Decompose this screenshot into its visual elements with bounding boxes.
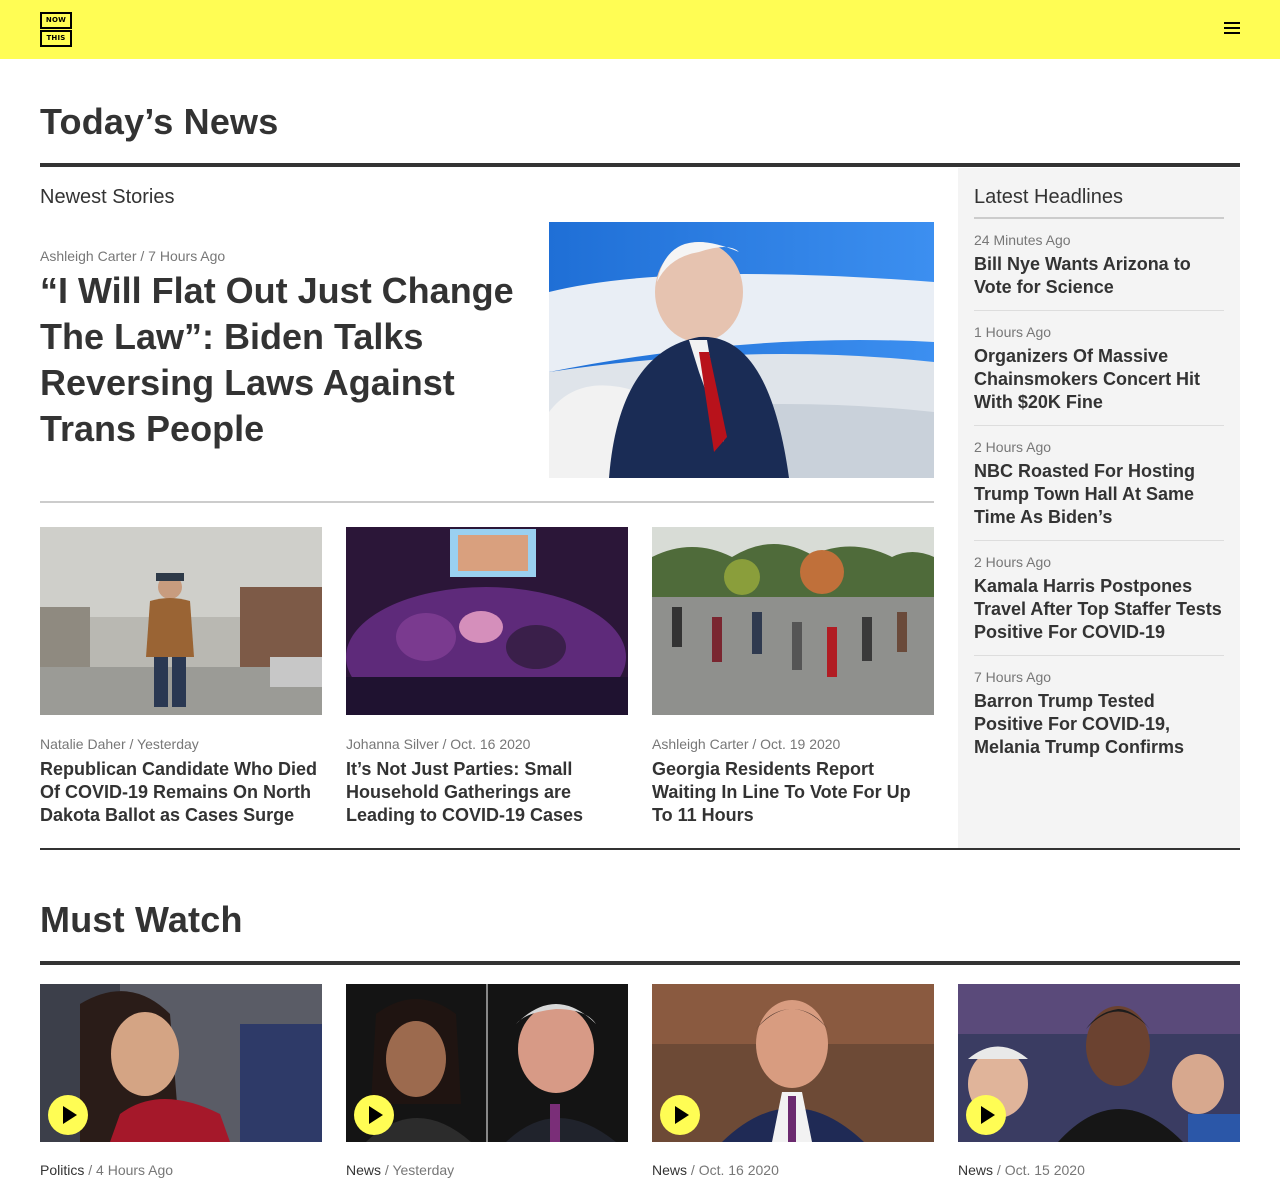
section-divider [40, 163, 1240, 167]
logo-text-top: NOW [42, 14, 70, 27]
headline-time: 2 Hours Ago [974, 554, 1052, 570]
headline-title[interactable]: Organizers Of Massive Chainsmokers Conce… [974, 345, 1224, 414]
video-meta: News / Oct. 16 2020 [652, 1162, 779, 1178]
headline-time: 24 Minutes Ago [974, 232, 1071, 248]
must-watch-title: Must Watch [40, 899, 243, 940]
headline-time: 2 Hours Ago [974, 439, 1052, 455]
headline-time: 1 Hours Ago [974, 324, 1052, 340]
video-meta: News / Oct. 15 2020 [958, 1162, 1085, 1178]
video-card[interactable]: News / Yesterday [346, 984, 628, 1178]
headline-title[interactable]: NBC Roasted For Hosting Trump Town Hall … [974, 460, 1224, 529]
story-title[interactable]: It’s Not Just Parties: Small Household G… [346, 758, 628, 827]
headline-divider [974, 540, 1224, 541]
story-image[interactable] [652, 527, 934, 715]
headline-item[interactable]: 24 Minutes Ago Bill Nye Wants Arizona to… [974, 232, 1224, 299]
latest-headlines-title: Latest Headlines [974, 186, 1123, 208]
headline-title[interactable]: Kamala Harris Postpones Travel After Top… [974, 575, 1224, 644]
video-category[interactable]: News [346, 1162, 381, 1178]
section-divider [40, 848, 1240, 850]
headline-divider [974, 310, 1224, 311]
headline-divider [974, 655, 1224, 656]
lead-story-title[interactable]: “I Will Flat Out Just Change The Law”: B… [40, 268, 530, 452]
video-card[interactable]: News / Oct. 16 2020 [652, 984, 934, 1178]
story-image[interactable] [40, 527, 322, 715]
latest-headlines-divider [974, 217, 1224, 219]
headline-item[interactable]: 1 Hours Ago Organizers Of Massive Chains… [974, 324, 1224, 414]
newest-stories-label: Newest Stories [40, 186, 175, 208]
story-author[interactable]: Johanna Silver [346, 736, 439, 752]
video-card[interactable]: Politics / 4 Hours Ago [40, 984, 322, 1178]
video-category[interactable]: News [958, 1162, 993, 1178]
play-icon[interactable] [354, 1095, 394, 1135]
story-time: Oct. 19 2020 [760, 736, 841, 752]
video-time: Oct. 16 2020 [698, 1162, 779, 1178]
story-meta: Natalie Daher / Yesterday [40, 736, 199, 752]
headline-item[interactable]: 2 Hours Ago Kamala Harris Postpones Trav… [974, 554, 1224, 644]
video-thumbnail[interactable] [346, 984, 628, 1142]
play-icon[interactable] [660, 1095, 700, 1135]
headline-time: 7 Hours Ago [974, 669, 1052, 685]
video-category[interactable]: News [652, 1162, 687, 1178]
story-time: Oct. 16 2020 [450, 736, 531, 752]
story-time: Yesterday [137, 736, 199, 752]
story-image[interactable] [346, 527, 628, 715]
video-category[interactable]: Politics [40, 1162, 84, 1178]
headline-title[interactable]: Bill Nye Wants Arizona to Vote for Scien… [974, 253, 1224, 299]
story-card[interactable]: Natalie Daher / Yesterday Republican Can… [40, 527, 322, 827]
story-title[interactable]: Georgia Residents Report Waiting In Line… [652, 758, 934, 827]
lead-story-image[interactable] [549, 222, 934, 478]
headline-item[interactable]: 2 Hours Ago NBC Roasted For Hosting Trum… [974, 439, 1224, 529]
story-meta: Johanna Silver / Oct. 16 2020 [346, 736, 531, 752]
nowthis-logo[interactable]: NOW THIS [40, 12, 72, 47]
story-author[interactable]: Natalie Daher [40, 736, 126, 752]
story-card[interactable]: Johanna Silver / Oct. 16 2020 It’s Not J… [346, 527, 628, 827]
headline-title[interactable]: Barron Trump Tested Positive For COVID-1… [974, 690, 1224, 759]
video-thumbnail[interactable] [40, 984, 322, 1142]
video-meta: Politics / 4 Hours Ago [40, 1162, 174, 1178]
video-thumbnail[interactable] [652, 984, 934, 1142]
video-meta: News / Yesterday [346, 1162, 455, 1178]
lead-divider [40, 501, 934, 503]
video-time: Oct. 15 2020 [1004, 1162, 1085, 1178]
video-time: 4 Hours Ago [96, 1162, 174, 1178]
hamburger-menu-icon[interactable] [1224, 22, 1240, 36]
video-thumbnail[interactable] [958, 984, 1240, 1142]
play-icon[interactable] [48, 1095, 88, 1135]
story-author[interactable]: Ashleigh Carter [652, 736, 749, 752]
lead-story-time: 7 Hours Ago [148, 248, 226, 264]
headline-item[interactable]: 7 Hours Ago Barron Trump Tested Positive… [974, 669, 1224, 759]
story-card[interactable]: Ashleigh Carter / Oct. 19 2020 Georgia R… [652, 527, 934, 827]
video-time: Yesterday [392, 1162, 455, 1178]
story-meta: Ashleigh Carter / Oct. 19 2020 [652, 736, 841, 752]
site-header: NOW THIS [0, 0, 1280, 59]
story-title[interactable]: Republican Candidate Who Died Of COVID-1… [40, 758, 322, 827]
video-card[interactable]: News / Oct. 15 2020 [958, 984, 1240, 1178]
logo-text-bottom: THIS [42, 32, 70, 45]
headline-divider [974, 425, 1224, 426]
latest-headlines-panel: Latest Headlines 24 Minutes Ago Bill Nye… [958, 168, 1240, 848]
lead-story-author[interactable]: Ashleigh Carter [40, 248, 137, 264]
todays-news-title: Today’s News [40, 101, 279, 142]
section-divider [40, 961, 1240, 965]
lead-story-meta: Ashleigh Carter / 7 Hours Ago [40, 248, 226, 264]
play-icon[interactable] [966, 1095, 1006, 1135]
